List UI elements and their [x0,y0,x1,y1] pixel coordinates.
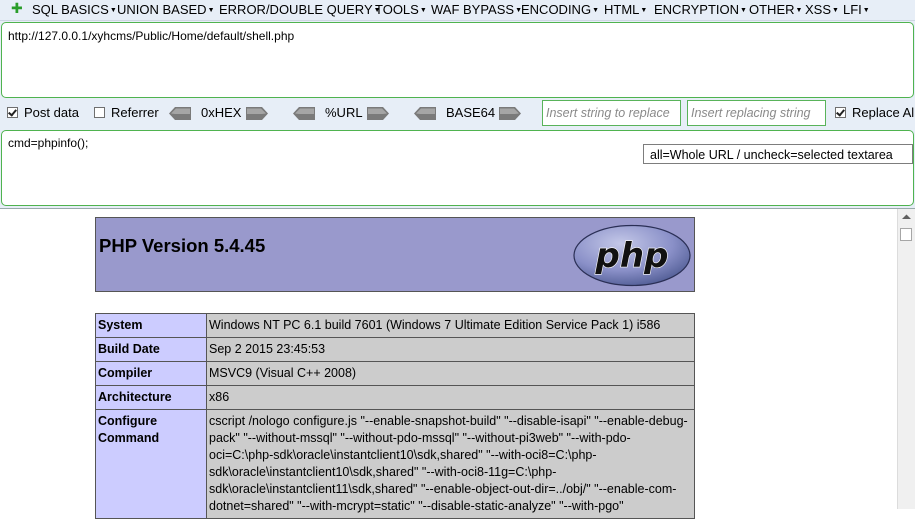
url-value: http://127.0.0.1/xyhcms/Public/Home/defa… [8,29,295,43]
menu-other[interactable]: OTHER▼ [749,1,802,18]
dropdown-arrow-icon: ▼ [832,7,839,14]
referrer-label[interactable]: Referrer [111,105,159,120]
options-bar: Post data Referrer 0xHEX %URL BASE64 Ins… [0,99,915,129]
replace-all-label[interactable]: Replace Al [852,105,914,120]
row-value: Windows NT PC 6.1 build 7601 (Windows 7 … [206,313,695,338]
replace-to-input[interactable]: Insert replacing string [687,100,826,126]
post-data-value: cmd=phpinfo(); [8,136,89,150]
menu-lfi[interactable]: LFI▼ [843,1,870,18]
referrer-checkbox[interactable] [94,107,105,118]
menu-error-double-query[interactable]: ERROR/DOUBLE QUERY▼ [219,1,381,18]
row-value: x86 [206,385,695,410]
menu-html[interactable]: HTML▼ [604,1,647,18]
replace-all-checkbox[interactable] [835,107,846,118]
base64-decode-arrow-icon[interactable] [414,107,436,120]
phpinfo-table: System Windows NT PC 6.1 build 7601 (Win… [95,313,695,519]
dropdown-arrow-icon: ▼ [419,7,427,14]
menu-encryption[interactable]: ENCRYPTION▼ [654,1,747,18]
dropdown-arrow-icon: ▼ [795,7,803,14]
table-row: Compiler MSVC9 (Visual C++ 2008) [95,361,695,386]
dropdown-arrow-icon: ▼ [109,7,117,14]
post-data-textarea[interactable]: cmd=phpinfo(); [1,130,914,206]
row-value: MSVC9 (Visual C++ 2008) [206,361,695,386]
dropdown-arrow-icon: ▼ [740,7,747,14]
row-key: Architecture [95,385,207,410]
hackbar-toolbar: ✚ SQL BASICS▼ UNION BASED▼ ERROR/DOUBLE … [0,0,915,21]
row-key: Configure Command [95,409,207,519]
url-encode-arrow-icon[interactable] [367,107,389,120]
table-row: Architecture x86 [95,385,695,410]
dropdown-arrow-icon: ▼ [640,7,648,14]
php-logo-text: php [595,236,669,276]
post-data-checkbox[interactable] [7,107,18,118]
menu-union-based[interactable]: UNION BASED▼ [117,1,215,18]
url-panel: http://127.0.0.1/xyhcms/Public/Home/defa… [0,21,915,99]
table-row: Configure Command cscript /nologo config… [95,409,695,519]
post-panel: cmd=phpinfo(); all=Whole URL / uncheck=s… [0,129,915,209]
hex-label: 0xHEX [201,105,242,120]
url-encode-label: %URL [325,105,363,120]
hex-encode-arrow-icon[interactable] [246,107,268,120]
scrollbar-thumb[interactable] [900,228,912,241]
base64-label: BASE64 [446,105,496,120]
phpinfo-header: PHP Version 5.4.45 php [95,217,695,292]
dropdown-arrow-icon: ▼ [592,7,599,14]
scroll-up-arrow-icon[interactable] [898,209,915,226]
post-data-label[interactable]: Post data [24,105,79,120]
menu-xss[interactable]: XSS▼ [805,1,839,18]
dropdown-arrow-icon: ▼ [862,7,870,14]
table-row: Build Date Sep 2 2015 23:45:53 [95,337,695,362]
page-vertical-scrollbar[interactable] [897,209,915,509]
replace-all-tooltip: all=Whole URL / uncheck=selected textare… [643,144,913,164]
row-key: Build Date [95,337,207,362]
php-version-title: PHP Version 5.4.45 [99,235,266,256]
row-key: System [95,313,207,338]
dropdown-arrow-icon: ▼ [207,7,215,14]
menu-tools[interactable]: TOOLS▼ [375,1,427,18]
url-textarea[interactable]: http://127.0.0.1/xyhcms/Public/Home/defa… [1,22,914,98]
url-decode-arrow-icon[interactable] [293,107,315,120]
table-row: System Windows NT PC 6.1 build 7601 (Win… [95,313,695,338]
menu-encoding[interactable]: ENCODING▼ [521,1,599,18]
replace-from-input[interactable]: Insert string to replace [542,100,681,126]
menu-sql-basics[interactable]: SQL BASICS▼ [32,1,117,18]
menu-waf-bypass[interactable]: WAF BYPASS▼ [431,1,522,18]
php-logo-icon: php [573,224,691,287]
row-value: Sep 2 2015 23:45:53 [206,337,695,362]
row-value: cscript /nologo configure.js "--enable-s… [206,409,695,519]
hex-decode-arrow-icon[interactable] [169,107,191,120]
load-url-icon[interactable]: ✚ [11,2,23,16]
panel-splitter[interactable] [0,208,915,209]
base64-encode-arrow-icon[interactable] [499,107,521,120]
row-key: Compiler [95,361,207,386]
